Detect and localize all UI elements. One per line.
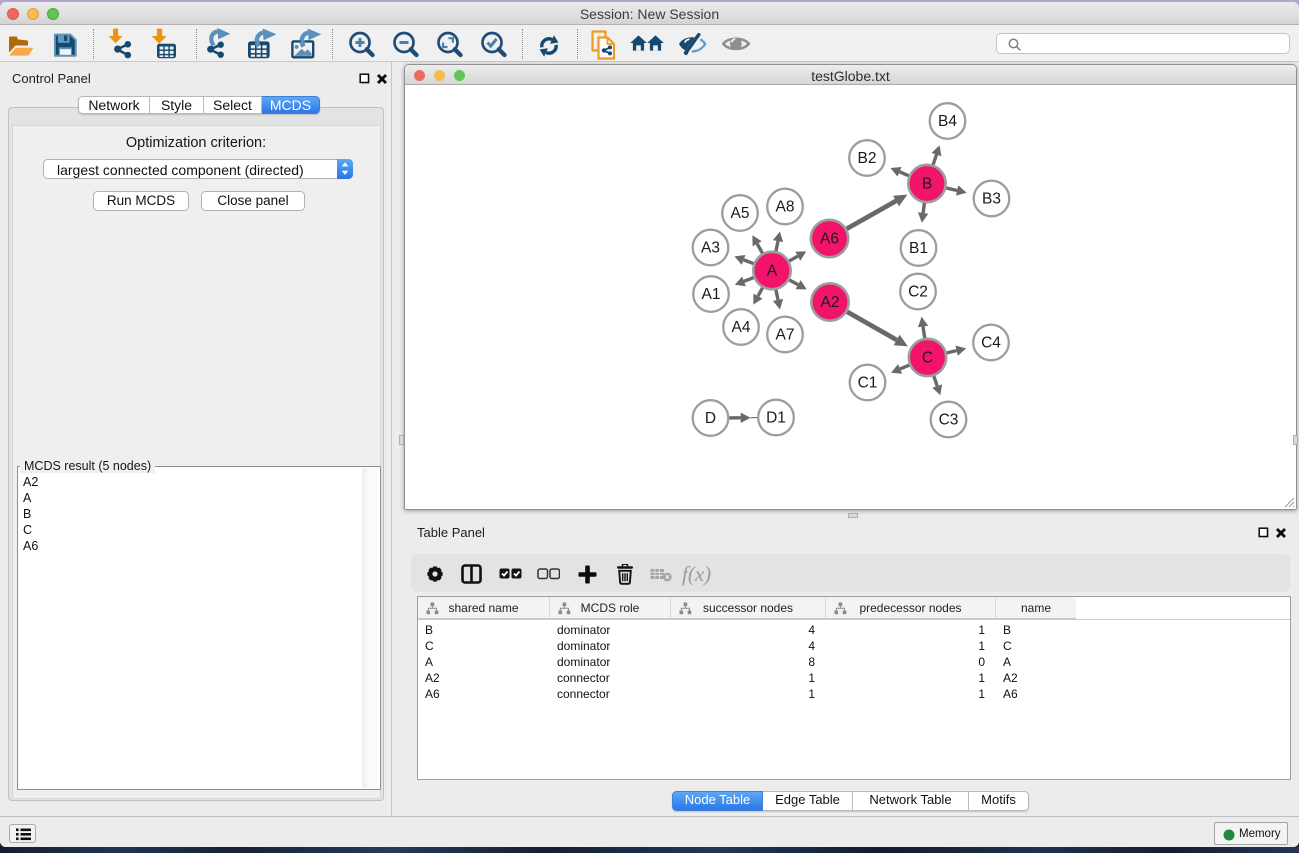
svg-text:A7: A7 — [776, 327, 795, 344]
svg-text:A5: A5 — [731, 205, 750, 222]
svg-text:D: D — [705, 410, 716, 427]
svg-text:A4: A4 — [732, 319, 751, 336]
svg-text:C2: C2 — [908, 284, 928, 301]
svg-text:B2: B2 — [858, 150, 877, 167]
svg-text:B1: B1 — [909, 240, 928, 257]
svg-text:C: C — [922, 350, 933, 367]
svg-text:A3: A3 — [701, 240, 720, 257]
svg-text:C3: C3 — [939, 412, 959, 429]
svg-text:A6: A6 — [820, 231, 839, 248]
svg-text:A8: A8 — [776, 199, 795, 216]
svg-text:A2: A2 — [821, 294, 840, 311]
svg-text:A: A — [767, 263, 778, 280]
svg-text:C4: C4 — [981, 335, 1001, 352]
svg-text:D1: D1 — [766, 410, 786, 427]
svg-text:C1: C1 — [858, 375, 878, 392]
svg-text:B4: B4 — [938, 113, 957, 130]
svg-text:A1: A1 — [702, 286, 721, 303]
svg-text:B3: B3 — [982, 191, 1001, 208]
svg-text:B: B — [922, 176, 932, 193]
